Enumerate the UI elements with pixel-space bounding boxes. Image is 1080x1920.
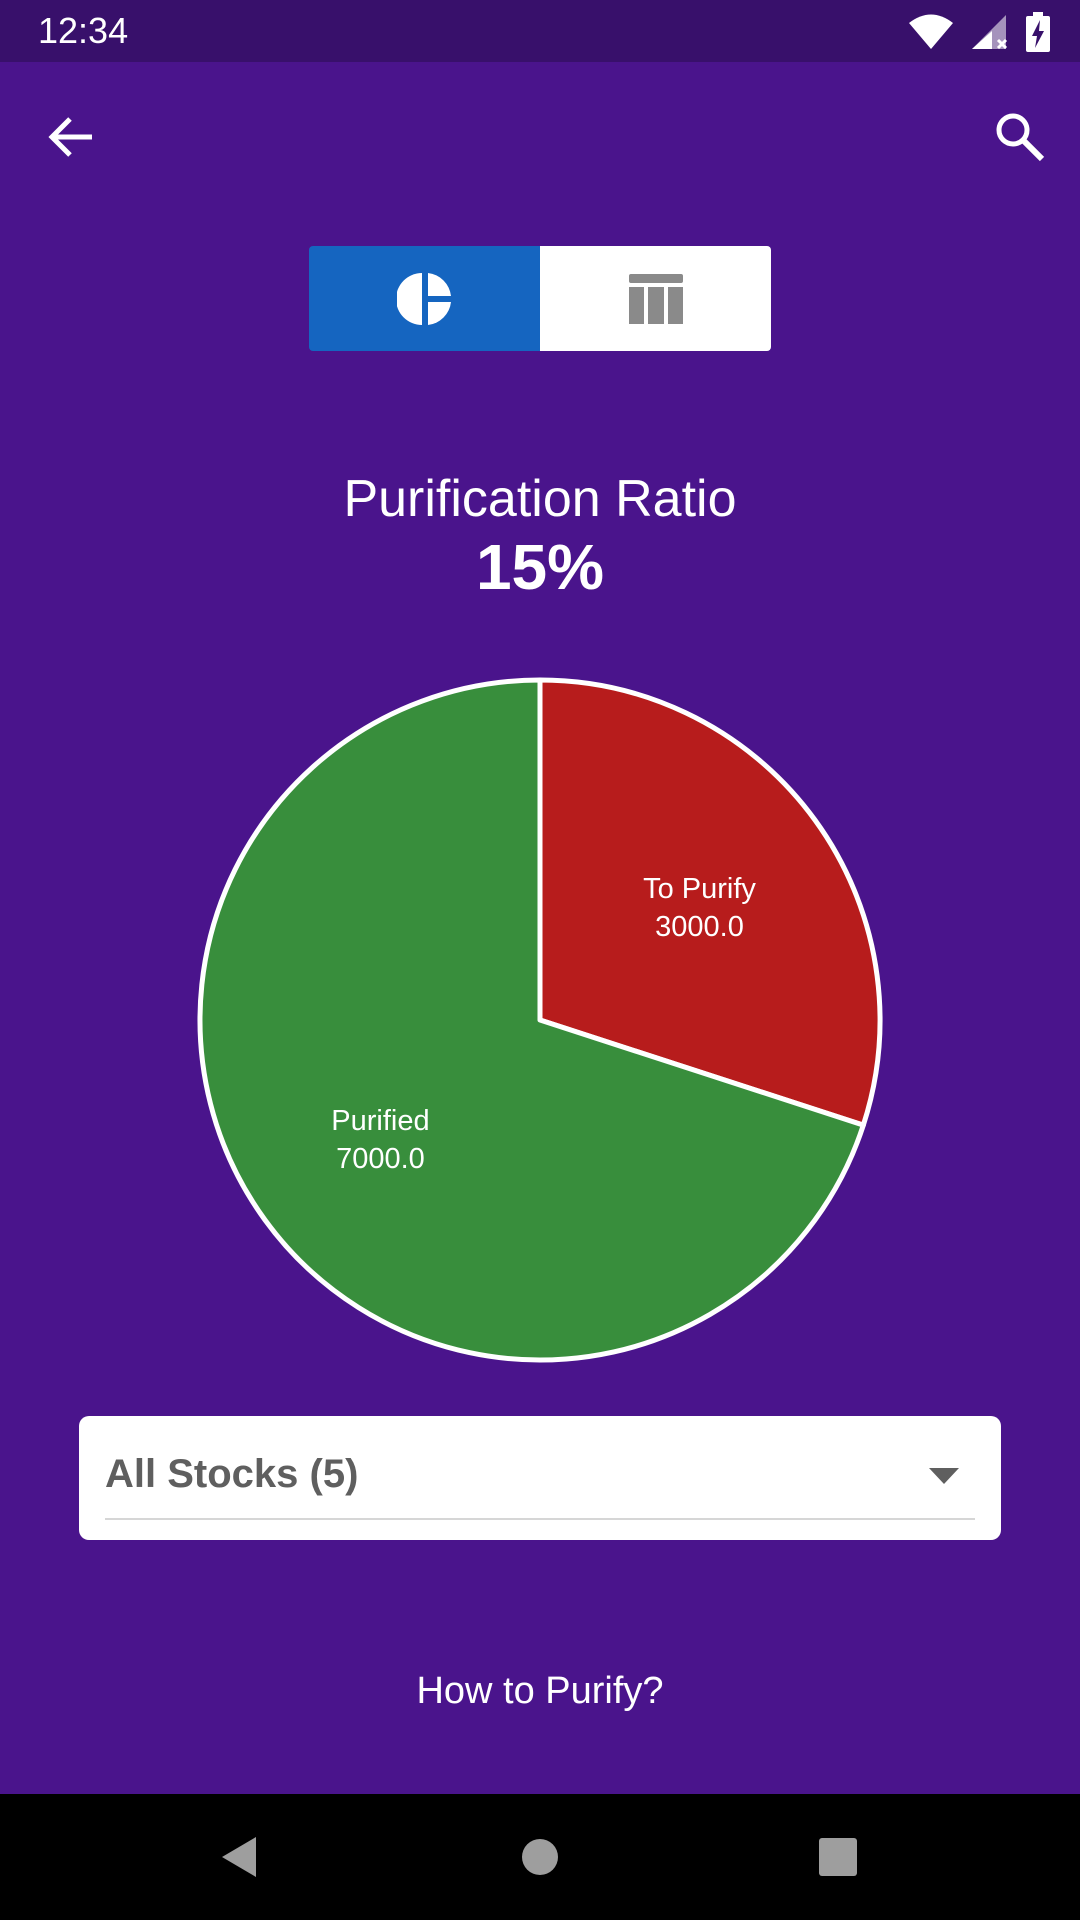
app-bar <box>0 62 1080 208</box>
wifi-icon <box>909 14 953 49</box>
ratio-value: 15% <box>475 531 605 603</box>
signal-icon <box>972 15 1008 50</box>
pie-chart: To Purify 3000.0 Purified 7000.0 <box>197 677 883 1363</box>
status-time: 12:34 <box>38 10 129 51</box>
how-to-purify-link[interactable]: How to Purify? <box>0 1668 1080 1714</box>
chart-view-button[interactable] <box>309 246 540 351</box>
ratio-title: Purification Ratio <box>343 470 737 528</box>
table-icon <box>628 273 683 324</box>
slice-label-purified: Purified <box>331 1105 429 1137</box>
system-nav-bar <box>0 1794 1080 1920</box>
search-button[interactable] <box>990 107 1050 167</box>
back-triangle-icon <box>222 1837 256 1877</box>
nav-home-button[interactable] <box>510 1827 570 1887</box>
slice-label-to-purify: To Purify <box>643 873 756 905</box>
pie-chart-icon <box>396 272 451 325</box>
dropdown-arrow-icon <box>929 1468 959 1484</box>
battery-charging-icon <box>1026 12 1050 52</box>
view-toggle <box>309 246 771 351</box>
status-icons <box>908 12 1050 52</box>
table-view-button[interactable] <box>540 246 771 351</box>
nav-recents-button[interactable] <box>808 1827 868 1887</box>
recents-square-icon <box>819 1838 857 1876</box>
back-button[interactable] <box>42 107 102 167</box>
stock-filter-value: All Stocks (5) <box>105 1452 359 1496</box>
stock-filter-dropdown[interactable]: All Stocks (5) <box>79 1416 1001 1540</box>
nav-back-button[interactable] <box>210 1827 270 1887</box>
slice-value-purified: 7000.0 <box>336 1143 425 1175</box>
slice-value-to-purify: 3000.0 <box>655 911 744 943</box>
search-icon <box>996 113 1045 162</box>
home-circle-icon <box>522 1839 558 1875</box>
status-bar: 12:34 <box>0 0 1080 62</box>
dropdown-underline <box>105 1518 975 1520</box>
arrow-back-icon <box>48 117 92 157</box>
